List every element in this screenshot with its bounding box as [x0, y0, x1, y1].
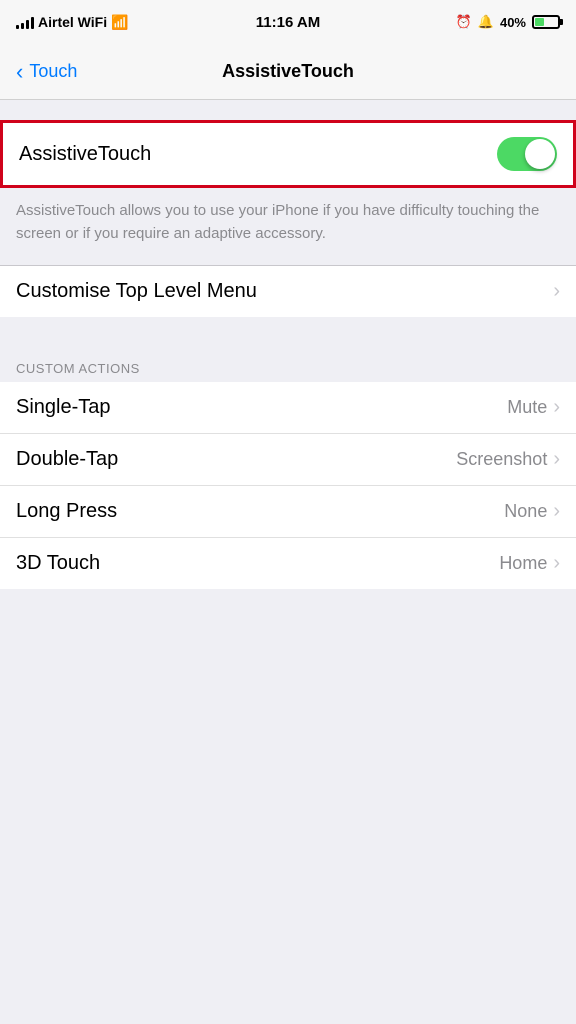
assistive-touch-toggle[interactable]: [497, 137, 557, 171]
chevron-right-icon: ›: [553, 280, 560, 303]
action-value: Home: [499, 553, 547, 574]
customise-menu-row[interactable]: Customise Top Level Menu ›: [0, 266, 576, 317]
list-item[interactable]: Single-Tap Mute ›: [0, 382, 576, 434]
custom-actions-list: Single-Tap Mute › Double-Tap Screenshot …: [0, 382, 576, 589]
action-right: Mute ›: [507, 396, 560, 419]
custom-actions-header: CUSTOM ACTIONS: [0, 353, 576, 382]
page-title: AssistiveTouch: [222, 61, 354, 82]
assistive-touch-description: AssistiveTouch allows you to use your iP…: [0, 188, 576, 265]
customise-menu-right: ›: [553, 280, 560, 303]
assistive-touch-label: AssistiveTouch: [19, 143, 151, 166]
list-item[interactable]: Long Press None ›: [0, 486, 576, 538]
assistive-touch-row[interactable]: AssistiveTouch: [0, 120, 576, 188]
action-right: Home ›: [499, 552, 560, 575]
content-area: AssistiveTouch AssistiveTouch allows you…: [0, 120, 576, 589]
customise-section: Customise Top Level Menu ›: [0, 266, 576, 317]
chevron-right-icon: ›: [553, 448, 560, 471]
customise-menu-label: Customise Top Level Menu: [16, 280, 257, 303]
action-value: None: [504, 501, 547, 522]
status-time: 11:16 AM: [256, 14, 320, 31]
battery-percent: 40%: [500, 15, 526, 30]
status-left: Airtel WiFi 📶: [16, 14, 129, 31]
back-label: Touch: [29, 61, 77, 82]
action-label: Double-Tap: [16, 448, 118, 471]
toggle-knob: [525, 139, 555, 169]
clock-icon: 🔔: [478, 14, 494, 30]
battery-icon: [532, 15, 560, 29]
list-item[interactable]: 3D Touch Home ›: [0, 538, 576, 589]
status-right: ⏰ 🔔 40%: [456, 14, 560, 30]
alarm-icon: ⏰: [456, 14, 472, 30]
action-label: Long Press: [16, 500, 117, 523]
action-label: Single-Tap: [16, 396, 111, 419]
action-value: Mute: [507, 397, 547, 418]
chevron-right-icon: ›: [553, 396, 560, 419]
carrier-label: Airtel WiFi: [38, 14, 107, 30]
list-item[interactable]: Double-Tap Screenshot ›: [0, 434, 576, 486]
nav-bar: ‹ Touch AssistiveTouch: [0, 44, 576, 100]
chevron-left-icon: ‹: [16, 59, 23, 85]
action-right: Screenshot ›: [456, 448, 560, 471]
signal-icon: [16, 15, 34, 29]
chevron-right-icon: ›: [553, 552, 560, 575]
status-bar: Airtel WiFi 📶 11:16 AM ⏰ 🔔 40%: [0, 0, 576, 44]
section-gap-1: [0, 317, 576, 353]
wifi-icon: 📶: [111, 14, 128, 31]
back-button[interactable]: ‹ Touch: [16, 59, 77, 85]
chevron-right-icon: ›: [553, 500, 560, 523]
action-right: None ›: [504, 500, 560, 523]
action-label: 3D Touch: [16, 552, 100, 575]
action-value: Screenshot: [456, 449, 547, 470]
